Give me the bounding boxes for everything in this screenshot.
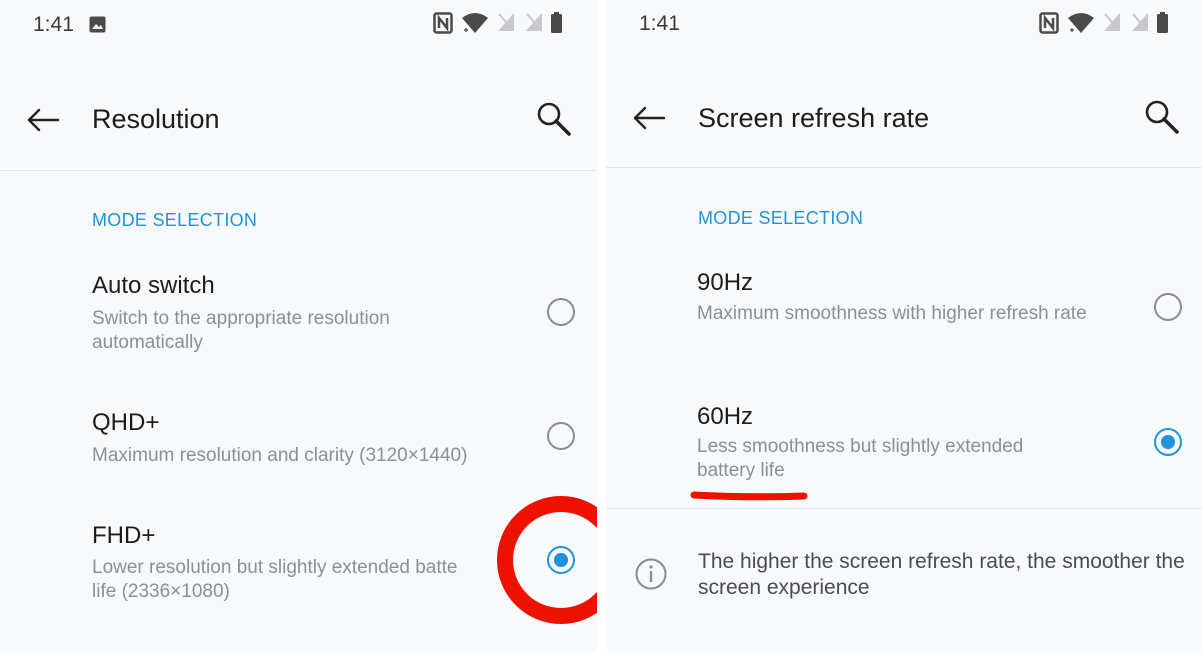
battery-icon [1157,12,1168,33]
header-divider [0,170,597,171]
section-label: MODE SELECTION [92,210,258,230]
search-button[interactable] [534,99,574,139]
page-title: Screen refresh rate [698,103,930,133]
radio-button-selected[interactable] [1154,428,1182,456]
battery-icon [551,12,562,33]
option-subtitle-line2: life (2336×1080) [92,581,230,602]
section-label: MODE SELECTION [698,208,864,228]
status-icons [433,12,565,38]
radio-button[interactable] [547,298,575,326]
option-90hz[interactable]: 90Hz Maximum smoothness with higher refr… [606,262,1202,362]
option-qhd[interactable]: QHD+ Maximum resolution and clarity (312… [0,400,597,480]
status-time: 1:41 [33,13,74,36]
header-divider [606,167,1202,168]
nfc-icon [433,12,453,34]
option-title: FHD+ [92,522,156,549]
resolution-screen: 1:41 Resolution MODE SELECTION Auto swit… [0,0,597,652]
no-signal-icon [1104,13,1120,31]
search-button[interactable] [1142,97,1182,137]
option-title: Auto switch [92,272,215,299]
info-icon [635,558,667,590]
refresh-rate-screen: 1:41 Screen refresh rate MODE SELECTION … [606,0,1202,652]
option-subtitle-line1: Lower resolution but slightly extended b… [92,557,458,578]
nfc-icon [1039,12,1059,34]
no-signal-icon [498,13,514,31]
radio-button[interactable] [547,422,575,450]
radio-button[interactable] [1154,293,1182,321]
status-time: 1:41 [639,12,680,35]
status-icons [1039,12,1171,38]
option-subtitle: Less smoothness but slightly extended ba… [697,436,1024,481]
page-title: Resolution [92,104,220,134]
red-underline-annotation [690,491,808,501]
option-title: QHD+ [92,409,160,436]
option-subtitle: Switch to the appropriate resolution aut… [92,308,390,353]
option-subtitle: Maximum resolution and clarity (3120×144… [92,445,468,466]
wifi-icon [1068,13,1094,33]
back-arrow-button[interactable] [630,98,670,138]
info-text: The higher the screen refresh rate, the … [698,550,1185,599]
info-divider [606,508,1202,509]
option-60hz[interactable]: 60Hz Less smoothness but slightly extend… [606,396,1202,496]
back-arrow-button[interactable] [24,100,64,140]
no-signal-icon-2 [526,13,542,31]
option-auto-switch[interactable]: Auto switch Switch to the appropriate re… [0,265,597,375]
wifi-icon [462,13,488,33]
red-circle-annotation [497,496,597,624]
no-signal-icon-2 [1132,13,1148,31]
option-title: 60Hz [697,403,754,430]
option-subtitle: Maximum smoothness with higher refresh r… [697,303,1087,324]
option-title: 90Hz [697,269,754,296]
gallery-notification-icon [89,16,106,33]
